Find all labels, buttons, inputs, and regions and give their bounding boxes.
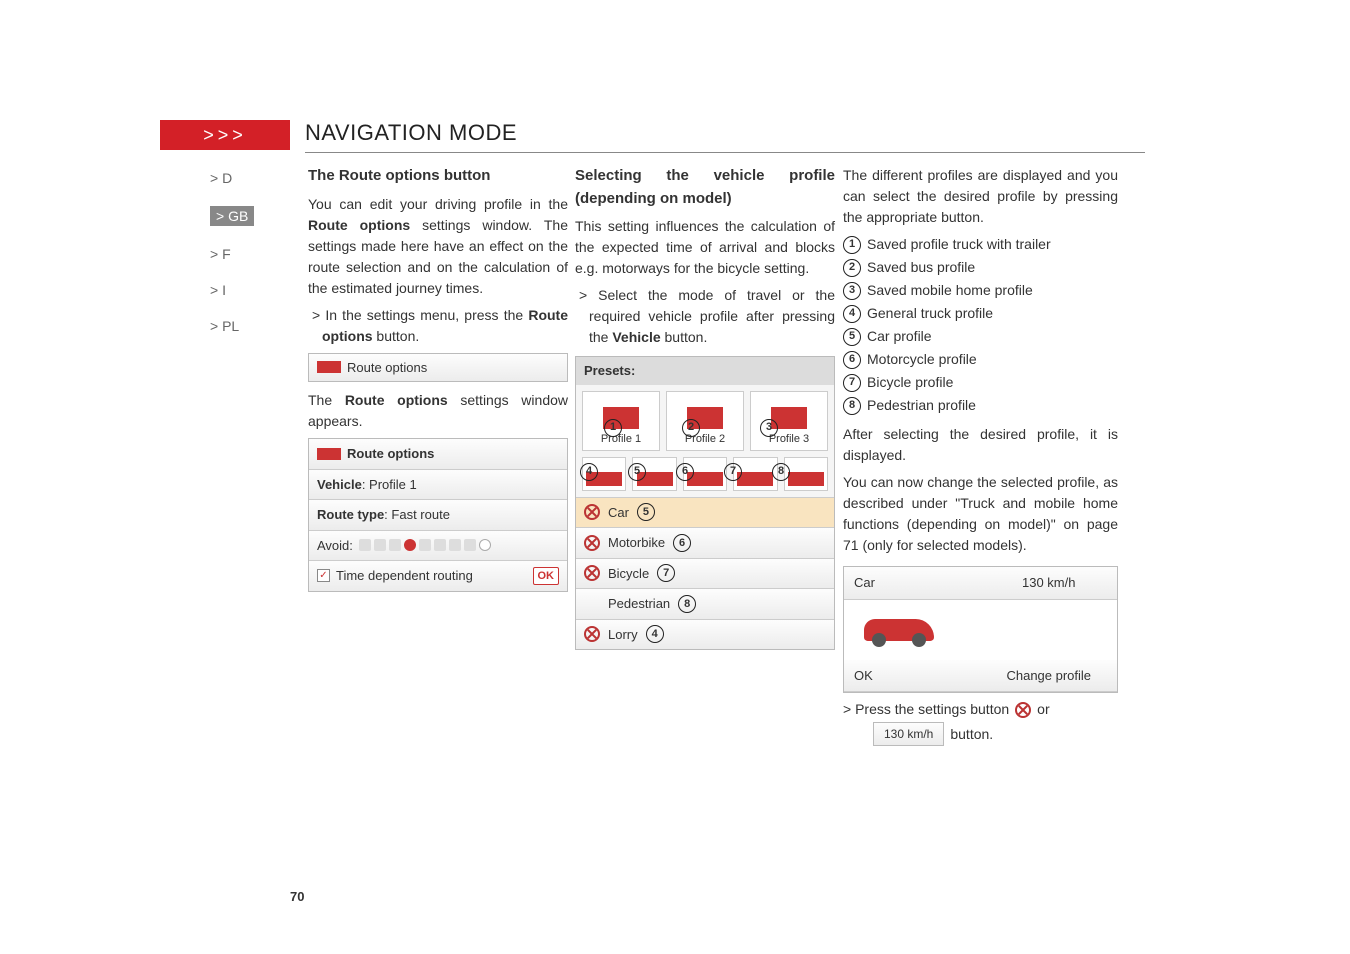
- speed-mini-button[interactable]: 130 km/h: [873, 722, 944, 746]
- section-tab: >>>: [160, 120, 290, 150]
- mode-list: Car 5 Motorbike 6 Bicycle 7 Pedestrian 8…: [576, 497, 834, 650]
- legend-2: Saved bus profile: [867, 257, 975, 278]
- bus-icon: [687, 407, 723, 429]
- vehicle-profile-step: > Select the mode of travel or the requi…: [575, 285, 835, 348]
- car-profile-panel: Car 130 km/h OK Change profile: [843, 566, 1118, 693]
- mode-car[interactable]: Car 5: [576, 497, 834, 528]
- presets-header: Presets:: [576, 357, 834, 385]
- presets-panel: Presets: Profile 1 Profile 2 Profile 3 1…: [575, 356, 835, 650]
- motorbike-icon: [687, 472, 723, 486]
- route-options-panel: Route options Vehicle: Profile 1 Route t…: [308, 438, 568, 592]
- profiles-intro: The different profiles are displayed and…: [843, 165, 1118, 228]
- avoid-icons: [359, 539, 491, 551]
- mode-bicycle[interactable]: Bicycle 7: [576, 558, 834, 589]
- vehicle-profile-heading: Selecting the vehicle profile (depending…: [575, 165, 835, 210]
- lang-pl[interactable]: > PL: [210, 318, 265, 334]
- lang-gb[interactable]: > GB: [210, 206, 265, 226]
- car-label: Car: [844, 567, 981, 599]
- truck-icon: [317, 448, 341, 460]
- wheel-icon: [584, 626, 600, 642]
- car-icon: [864, 619, 934, 641]
- avoid-row[interactable]: Avoid:: [309, 531, 567, 562]
- legend-5: Car profile: [867, 326, 932, 347]
- presets-grid: Profile 1 Profile 2 Profile 3 1 2 3: [576, 385, 834, 457]
- legend-4: General truck profile: [867, 303, 993, 324]
- legend-6: Motorcycle profile: [867, 349, 977, 370]
- press-settings-line: > Press the settings button or: [843, 699, 1118, 720]
- press-speed-line: 130 km/h button.: [843, 722, 1118, 746]
- lang-i[interactable]: > I: [210, 282, 265, 298]
- ok-button[interactable]: OK: [533, 567, 560, 586]
- legend-3: Saved mobile home profile: [867, 280, 1033, 301]
- speed-button[interactable]: 130 km/h: [981, 567, 1118, 599]
- legend-7: Bicycle profile: [867, 372, 953, 393]
- truck-icon: [317, 361, 341, 373]
- preset-profile-3[interactable]: Profile 3: [750, 391, 828, 451]
- bicycle-icon: [737, 472, 773, 486]
- column-3: The different profiles are displayed and…: [843, 165, 1118, 746]
- column-2: Selecting the vehicle profile (depending…: [575, 165, 835, 650]
- route-options-menu-item[interactable]: Route options: [308, 353, 568, 383]
- wheel-icon: [584, 565, 600, 581]
- checkbox-icon[interactable]: ✓: [317, 569, 330, 582]
- after-select-note: After selecting the desired profile, it …: [843, 424, 1118, 466]
- mode-pedestrian[interactable]: Pedestrian 8: [576, 588, 834, 619]
- route-type-row[interactable]: Route type: Fast route: [309, 500, 567, 531]
- route-options-window-note: The Route options settings window appear…: [308, 390, 568, 432]
- lorry-icon: [586, 472, 622, 486]
- pedestrian-icon: [788, 472, 824, 486]
- preset-motorbike[interactable]: [683, 457, 727, 491]
- preset-profile-1[interactable]: Profile 1: [582, 391, 660, 451]
- mobilehome-icon: [771, 407, 807, 429]
- panel-title: Route options: [347, 444, 434, 464]
- lang-f[interactable]: > F: [210, 246, 265, 262]
- legend-1: Saved profile truck with trailer: [867, 234, 1051, 255]
- profile-legend: 1Saved profile truck with trailer 2Saved…: [843, 234, 1118, 416]
- route-options-step: > In the settings menu, press the Route …: [308, 305, 568, 347]
- page-number: 70: [290, 889, 304, 904]
- title-rule: [305, 152, 1145, 153]
- preset-bicycle[interactable]: [733, 457, 777, 491]
- presets-grid-2: 4 5 6 7 8: [576, 457, 834, 497]
- lang-d[interactable]: > D: [210, 170, 265, 186]
- route-options-heading: The Route options button: [308, 165, 568, 188]
- mode-lorry[interactable]: Lorry 4: [576, 619, 834, 650]
- legend-8: Pedestrian profile: [867, 395, 976, 416]
- page-title: NAVIGATION MODE: [305, 120, 517, 146]
- preset-pedestrian[interactable]: [784, 457, 828, 491]
- preset-lorry[interactable]: [582, 457, 626, 491]
- ok-button[interactable]: OK: [844, 660, 981, 692]
- wheel-icon: [584, 535, 600, 551]
- panel-header: Route options: [309, 439, 567, 470]
- change-profile-button[interactable]: Change profile: [981, 660, 1118, 692]
- route-options-label: Route options: [347, 358, 427, 378]
- time-dependent-row[interactable]: ✓ Time dependent routing OK: [309, 561, 567, 591]
- language-nav: > D > GB > F > I > PL: [210, 170, 265, 354]
- change-profile-note: You can now change the selected profile,…: [843, 472, 1118, 556]
- preset-car[interactable]: [632, 457, 676, 491]
- column-1: The Route options button You can edit yo…: [308, 165, 568, 592]
- wheel-icon: [1015, 702, 1031, 718]
- truck-trailer-icon: [603, 407, 639, 429]
- car-image-row: [844, 600, 1117, 660]
- vehicle-profile-intro: This setting influences the calculation …: [575, 216, 835, 279]
- vehicle-row[interactable]: Vehicle: Profile 1: [309, 470, 567, 501]
- preset-profile-2[interactable]: Profile 2: [666, 391, 744, 451]
- route-options-intro: You can edit your driving profile in the…: [308, 194, 568, 299]
- wheel-icon: [584, 504, 600, 520]
- mode-motorbike[interactable]: Motorbike 6: [576, 527, 834, 558]
- car-icon: [637, 472, 673, 486]
